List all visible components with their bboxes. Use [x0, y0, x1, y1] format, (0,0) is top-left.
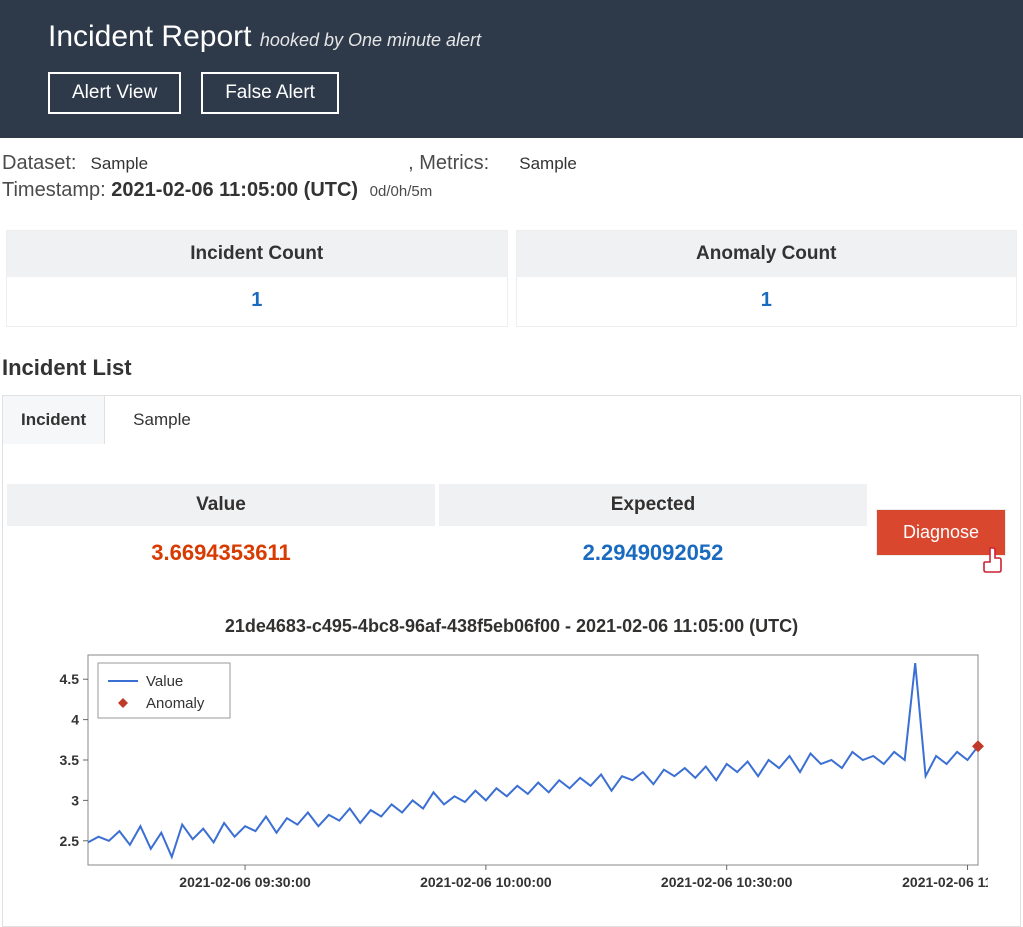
- incident-count-label: Incident Count: [7, 231, 507, 277]
- svg-text:2.5: 2.5: [60, 833, 80, 849]
- meta-info: Dataset: Sample , Metrics: Sample Timest…: [0, 138, 1023, 202]
- svg-text:Value: Value: [146, 673, 183, 690]
- svg-text:2021-02-06 09:30:00: 2021-02-06 09:30:00: [179, 874, 311, 890]
- timestamp-label: Timestamp:: [2, 179, 106, 201]
- alert-view-button[interactable]: Alert View: [48, 72, 181, 114]
- dataset-value: Sample: [90, 154, 148, 174]
- timestamp-extra: 0d/0h/5m: [370, 183, 433, 200]
- expected-header: Expected: [439, 484, 867, 526]
- counts-table: Incident Count 1 Anomaly Count 1: [6, 230, 1017, 327]
- chart-area: 21de4683-c495-4bc8-96af-438f5eb06f00 - 2…: [33, 616, 990, 902]
- incident-count-value: 1: [7, 277, 507, 326]
- svg-text:2021-02-06 11:00:00: 2021-02-06 11:00:00: [902, 874, 988, 890]
- cursor-pointer-icon: [981, 545, 1009, 575]
- tab-incident[interactable]: Incident: [2, 395, 105, 444]
- tab-sample-text: Sample: [133, 410, 191, 430]
- svg-text:4: 4: [71, 712, 79, 728]
- false-alert-button[interactable]: False Alert: [201, 72, 339, 114]
- anomaly-count-value: 1: [517, 277, 1017, 326]
- timestamp-value: 2021-02-06 11:05:00 (UTC): [111, 179, 358, 201]
- chart-title: 21de4683-c495-4bc8-96af-438f5eb06f00 - 2…: [33, 616, 990, 637]
- metrics-value: Sample: [519, 154, 577, 174]
- expected-cell: 2.2949092052: [439, 526, 867, 580]
- dataset-label: Dataset:: [2, 152, 76, 175]
- anomaly-count-label: Anomaly Count: [517, 231, 1017, 277]
- metrics-label: , Metrics:: [408, 152, 489, 175]
- svg-text:Anomaly: Anomaly: [146, 695, 205, 712]
- page-title: Incident Report: [48, 20, 251, 53]
- svg-text:3.5: 3.5: [60, 752, 80, 768]
- svg-text:4.5: 4.5: [60, 671, 80, 687]
- svg-text:3: 3: [71, 792, 79, 808]
- incident-container: Incident Sample Value 3.6694353611 Expec…: [2, 395, 1021, 927]
- svg-text:2021-02-06 10:30:00: 2021-02-06 10:30:00: [661, 874, 793, 890]
- svg-text:2021-02-06 10:00:00: 2021-02-06 10:00:00: [420, 874, 552, 890]
- header: Incident Report hooked by One minute ale…: [0, 0, 1023, 138]
- incident-list-title: Incident List: [2, 355, 1023, 381]
- page-subtitle: hooked by One minute alert: [260, 30, 481, 50]
- value-cell: 3.6694353611: [7, 526, 435, 580]
- value-header: Value: [7, 484, 435, 526]
- line-chart: 2.5 3 3.5 4 4.5 2021-02-06 09:30:00 2021-02-06…: [33, 647, 988, 897]
